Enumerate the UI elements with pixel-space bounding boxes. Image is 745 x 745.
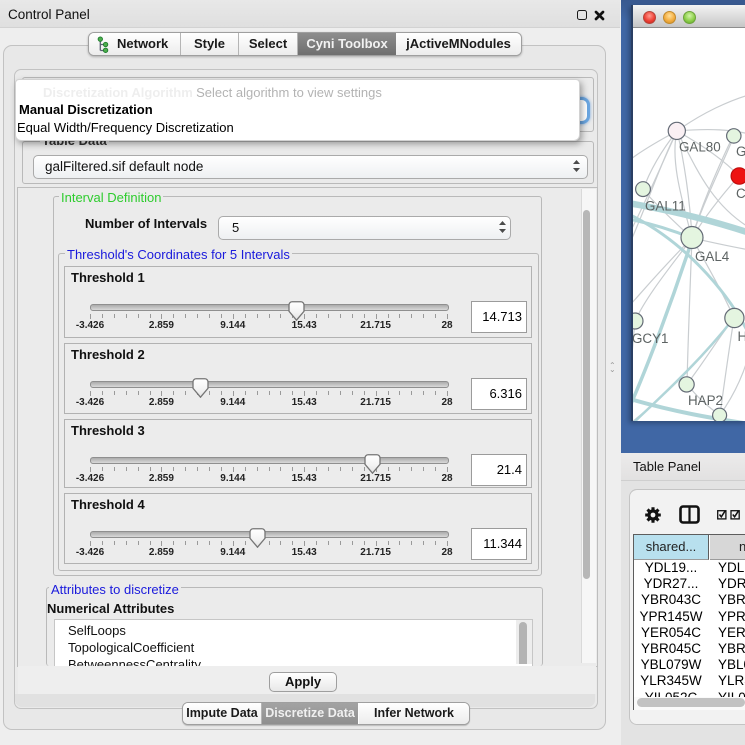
svg-text:HAP2: HAP2 <box>688 393 723 408</box>
svg-text:GAL4: GAL4 <box>695 249 730 264</box>
svg-text:GAL80: GAL80 <box>679 140 721 155</box>
svg-text:H: H <box>738 329 745 344</box>
svg-text:GAL11: GAL11 <box>645 199 686 214</box>
svg-text:C.: C. <box>736 186 745 201</box>
svg-text:G.: G. <box>736 144 745 159</box>
svg-text:GCY1: GCY1 <box>633 331 668 346</box>
